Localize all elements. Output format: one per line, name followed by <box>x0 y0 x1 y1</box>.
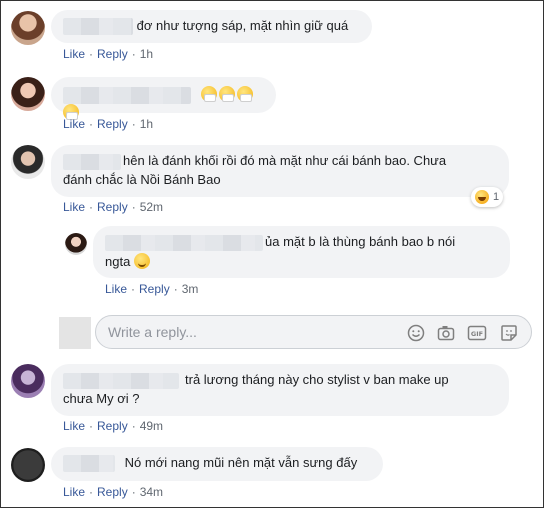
comment-actions: Like · Reply · 34m <box>63 485 164 499</box>
mask-emoji-icon <box>218 86 235 102</box>
reply-avatar[interactable] <box>65 233 87 255</box>
svg-text:GIF: GIF <box>471 330 483 338</box>
mask-emoji-icon <box>236 86 253 102</box>
mask-emoji-icon <box>200 86 217 102</box>
comment-text: hên là đánh khối rồi đó mà mặt như cái b… <box>123 153 447 168</box>
redacted-name <box>63 455 115 473</box>
reply-link[interactable]: Reply <box>97 200 128 214</box>
comment-text: chưa My ơi ? <box>63 390 140 406</box>
reaction-count: 1 <box>493 191 500 203</box>
redacted-name <box>63 87 191 105</box>
comment-bubble: trả lương tháng này cho stylist v ban ma… <box>51 364 509 416</box>
emoji-icon[interactable] <box>406 323 426 343</box>
comment-text: Nó mới nang mũi nên mặt vẫn sưng đấy <box>124 455 358 470</box>
comment-time[interactable]: 52m <box>140 200 163 214</box>
comment-actions: Like · Reply · 1h <box>63 47 154 61</box>
haha-reaction-icon <box>475 190 489 204</box>
comment-time[interactable]: 1h <box>140 117 153 131</box>
reply-link[interactable]: Reply <box>97 47 128 61</box>
reply-link[interactable]: Reply <box>97 117 128 131</box>
comment-bubble: Nó mới nang mũi nên mặt vẫn sưng đấy <box>51 447 383 481</box>
reply-text: ngta <box>105 253 131 269</box>
comment-actions: Like · Reply · 1h <box>63 117 154 131</box>
comment-time[interactable]: 3m <box>182 282 199 296</box>
comment-actions: Like · Reply · 49m <box>63 419 164 433</box>
comment-bubble <box>51 77 276 121</box>
like-link[interactable]: Like <box>63 419 85 433</box>
commenter-avatar[interactable] <box>11 77 45 111</box>
comment-text: trả lương tháng này cho stylist v ban ma… <box>185 372 449 387</box>
redacted-name <box>63 18 133 36</box>
reaction-summary[interactable]: 1 <box>471 187 504 207</box>
smile-emoji-icon <box>133 252 150 269</box>
reply-bubble: ủa mặt b là thùng bánh bao b nói ngta <box>93 226 510 278</box>
commenter-avatar[interactable] <box>11 11 45 45</box>
reply-actions: Like · Reply · 3m <box>105 282 199 296</box>
comment-thread: đơ như tượng sáp, mặt nhìn giữ quá Like ·… <box>0 0 544 508</box>
reply-link[interactable]: Reply <box>139 282 170 296</box>
camera-icon[interactable] <box>436 323 456 343</box>
reply-link[interactable]: Reply <box>97 485 128 499</box>
comment-time[interactable]: 49m <box>140 419 163 433</box>
reply-text: ủa mặt b là thùng bánh bao b nói <box>265 234 456 249</box>
comment-bubble: đơ như tượng sáp, mặt nhìn giữ quá <box>51 10 372 43</box>
like-link[interactable]: Like <box>63 47 85 61</box>
redacted-name <box>63 372 179 389</box>
comment-bubble: hên là đánh khối rồi đó mà mặt như cái b… <box>51 145 509 197</box>
commenter-avatar[interactable] <box>11 448 45 482</box>
comment-time[interactable]: 34m <box>140 485 163 499</box>
sticker-icon[interactable] <box>499 323 519 343</box>
reply-input[interactable] <box>108 323 388 341</box>
gif-icon[interactable]: GIF <box>467 323 487 343</box>
like-link[interactable]: Like <box>63 200 85 214</box>
redacted-name <box>105 234 263 251</box>
comment-text: đơ như tượng sáp, mặt nhìn giữ quá <box>136 18 349 33</box>
reply-box[interactable]: GIF <box>95 315 532 349</box>
redacted-name <box>63 153 121 170</box>
like-link[interactable]: Like <box>63 485 85 499</box>
commenter-avatar[interactable] <box>11 145 45 179</box>
comment-actions: Like · Reply · 52m <box>63 200 164 214</box>
like-link[interactable]: Like <box>105 282 127 296</box>
comment-time[interactable]: 1h <box>140 47 153 61</box>
like-link[interactable]: Like <box>63 117 85 131</box>
commenter-avatar[interactable] <box>11 364 45 398</box>
reply-link[interactable]: Reply <box>97 419 128 433</box>
comment-text: đánh chắc là Nồi Bánh Bao <box>63 171 221 187</box>
current-user-avatar <box>59 317 91 349</box>
